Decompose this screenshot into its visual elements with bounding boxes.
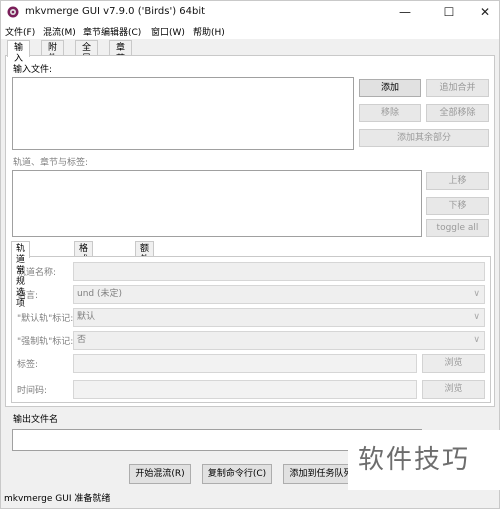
minimize-icon[interactable]: — [387, 1, 423, 23]
title-bar: mkvmerge GUI v7.9.0 ('Birds') 64bit — ☐ … [1, 1, 499, 23]
remove-button[interactable]: 移除 [359, 104, 421, 122]
close-icon[interactable]: ✕ [467, 1, 500, 23]
status-bar: mkvmerge GUI 准备就绪 [4, 494, 111, 504]
forced-track-select[interactable]: 否 ∨ [73, 331, 485, 350]
tab-chapter-editor[interactable]: 章节编辑器 [109, 40, 133, 97]
chevron-down-icon: ∨ [473, 335, 480, 345]
mkvmerge-app-icon [7, 6, 19, 18]
forced-track-value: 否 [77, 335, 87, 345]
add-other-parts-button[interactable]: 添加其余部分 [359, 129, 489, 147]
append-button[interactable]: 追加合并 [426, 79, 489, 97]
copy-command-line-button[interactable]: 复制命令行(C) [202, 464, 272, 484]
menu-help[interactable]: 帮助(H) [193, 25, 225, 38]
menu-file[interactable]: 文件(F) [5, 25, 35, 38]
tracks-list[interactable] [12, 170, 422, 237]
tags-browse-button[interactable]: 浏览 [422, 354, 485, 373]
tab-input[interactable]: 输入 [7, 40, 31, 64]
menu-mux[interactable]: 混流(M) [43, 25, 76, 38]
window-title: mkvmerge GUI v7.9.0 ('Birds') 64bit [25, 6, 206, 17]
remove-all-button[interactable]: 全部移除 [426, 104, 489, 122]
timecodes-input[interactable] [73, 380, 417, 399]
menu-window[interactable]: 窗口(W) [151, 25, 185, 38]
default-track-value: 默认 [77, 312, 96, 322]
tab-extra-options[interactable]: 额外选项 [135, 241, 155, 287]
menu-bar: 文件(F) 混流(M) 章节编辑器(C) 窗口(W) 帮助(H) [1, 23, 499, 39]
chevron-down-icon: ∨ [473, 289, 480, 299]
track-name-input[interactable] [73, 262, 485, 281]
output-filename-label: 输出文件名 [13, 415, 59, 425]
toggle-all-button[interactable]: toggle all [426, 219, 489, 237]
default-track-label: "默认轨"标记: [17, 314, 74, 324]
timecodes-label: 时间码: [17, 386, 48, 396]
move-down-button[interactable]: 下移 [426, 197, 489, 215]
tab-global[interactable]: 全局 [75, 40, 99, 64]
tab-format-specific-options[interactable]: 格式细节选项 [74, 241, 94, 309]
start-mux-button[interactable]: 开始混流(R) [129, 464, 191, 484]
tags-input[interactable] [73, 354, 417, 373]
menu-chapter-editor[interactable]: 章节编辑器(C) [83, 25, 141, 38]
watermark-logo: 软件技巧 [348, 430, 500, 490]
language-value: und (未定) [77, 289, 123, 299]
forced-track-label: "强制轨"标记: [17, 337, 74, 347]
tab-general-track-options[interactable]: 轨道常规选项 [11, 241, 31, 309]
input-files-list[interactable] [12, 77, 354, 150]
maximize-icon[interactable]: ☐ [431, 1, 467, 23]
timecodes-browse-button[interactable]: 浏览 [422, 380, 485, 399]
tab-attachments[interactable]: 附件 [41, 40, 65, 64]
add-button[interactable]: 添加 [359, 79, 421, 97]
tracks-label: 轨道、章节与标签: [13, 158, 89, 168]
language-select[interactable]: und (未定) ∨ [73, 285, 485, 304]
chevron-down-icon: ∨ [473, 312, 480, 322]
tags-label: 标签: [17, 360, 39, 370]
default-track-select[interactable]: 默认 ∨ [73, 308, 485, 327]
move-up-button[interactable]: 上移 [426, 172, 489, 190]
